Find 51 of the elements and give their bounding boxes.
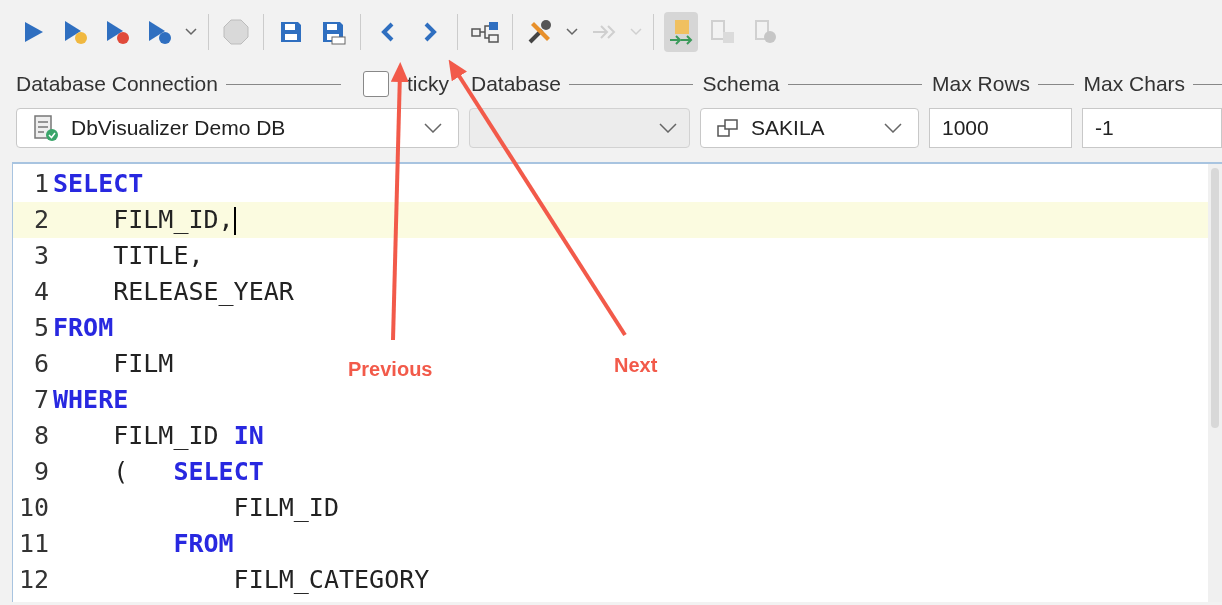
line-number: 7 <box>32 384 50 416</box>
line-number: 11 <box>17 528 50 560</box>
database-dropdown[interactable] <box>469 108 691 148</box>
diagram-icon[interactable] <box>471 20 499 44</box>
code-line: FROM <box>53 312 114 344</box>
code-line: FROM <box>172 528 234 560</box>
export-grid-icon[interactable] <box>667 18 695 46</box>
code-line: SELECT <box>53 168 144 200</box>
code-line: RELEASE_YEAR <box>112 276 294 308</box>
field-label: Database <box>470 71 561 98</box>
code-line: FILM_ID IN <box>112 420 264 452</box>
connection-dropdown[interactable]: DbVisualizer Demo DB <box>16 108 460 148</box>
code-line: WHERE <box>53 384 129 416</box>
caret-icon[interactable] <box>185 28 197 36</box>
line-number: 10 <box>17 492 50 524</box>
caret-icon[interactable] <box>566 28 578 36</box>
line-number: 1 <box>32 168 50 200</box>
line-number: 3 <box>32 240 50 272</box>
max-rows-field[interactable]: 1000 <box>929 108 1072 148</box>
line-number: 2 <box>32 204 50 236</box>
code-line: FILM_CATEGORY <box>232 564 430 596</box>
chevron-down-icon[interactable] <box>659 123 678 133</box>
schema-icon <box>717 118 740 138</box>
field-label: Max Chars <box>1083 71 1186 98</box>
line-number: 5 <box>32 312 50 344</box>
sticky-checkbox[interactable] <box>363 71 389 97</box>
tools-icon[interactable] <box>526 18 554 46</box>
database-check-icon <box>33 114 59 142</box>
code-line: FILM_ID <box>232 492 339 524</box>
field-label: Max Rows <box>932 71 1031 98</box>
save-icon[interactable] <box>278 19 304 45</box>
field-label: Database Connection <box>16 71 218 98</box>
scrollbar[interactable] <box>1208 164 1222 602</box>
annotation-label: Previous <box>348 357 433 382</box>
code-line: TITLE, <box>112 240 204 272</box>
save-icon[interactable] <box>320 19 346 45</box>
max-chars-field[interactable]: -1 <box>1082 108 1222 148</box>
code-line: ( SELECT <box>112 456 264 488</box>
line-number: 6 <box>32 348 50 380</box>
schema-dropdown[interactable]: SAKILA <box>700 108 919 148</box>
line-number: 9 <box>32 456 50 488</box>
code-line: FILM_ID, <box>112 204 236 237</box>
annotation-label: Next <box>614 353 658 378</box>
chevron-down-icon[interactable] <box>424 123 443 133</box>
chevron-down-icon[interactable] <box>884 123 902 133</box>
line-number: 4 <box>32 276 50 308</box>
sticky-label: ticky <box>407 71 449 98</box>
line-number: 8 <box>32 420 50 452</box>
code-line: FILM <box>112 348 174 380</box>
field-label: Schema <box>702 71 780 98</box>
line-number: 12 <box>17 564 50 596</box>
